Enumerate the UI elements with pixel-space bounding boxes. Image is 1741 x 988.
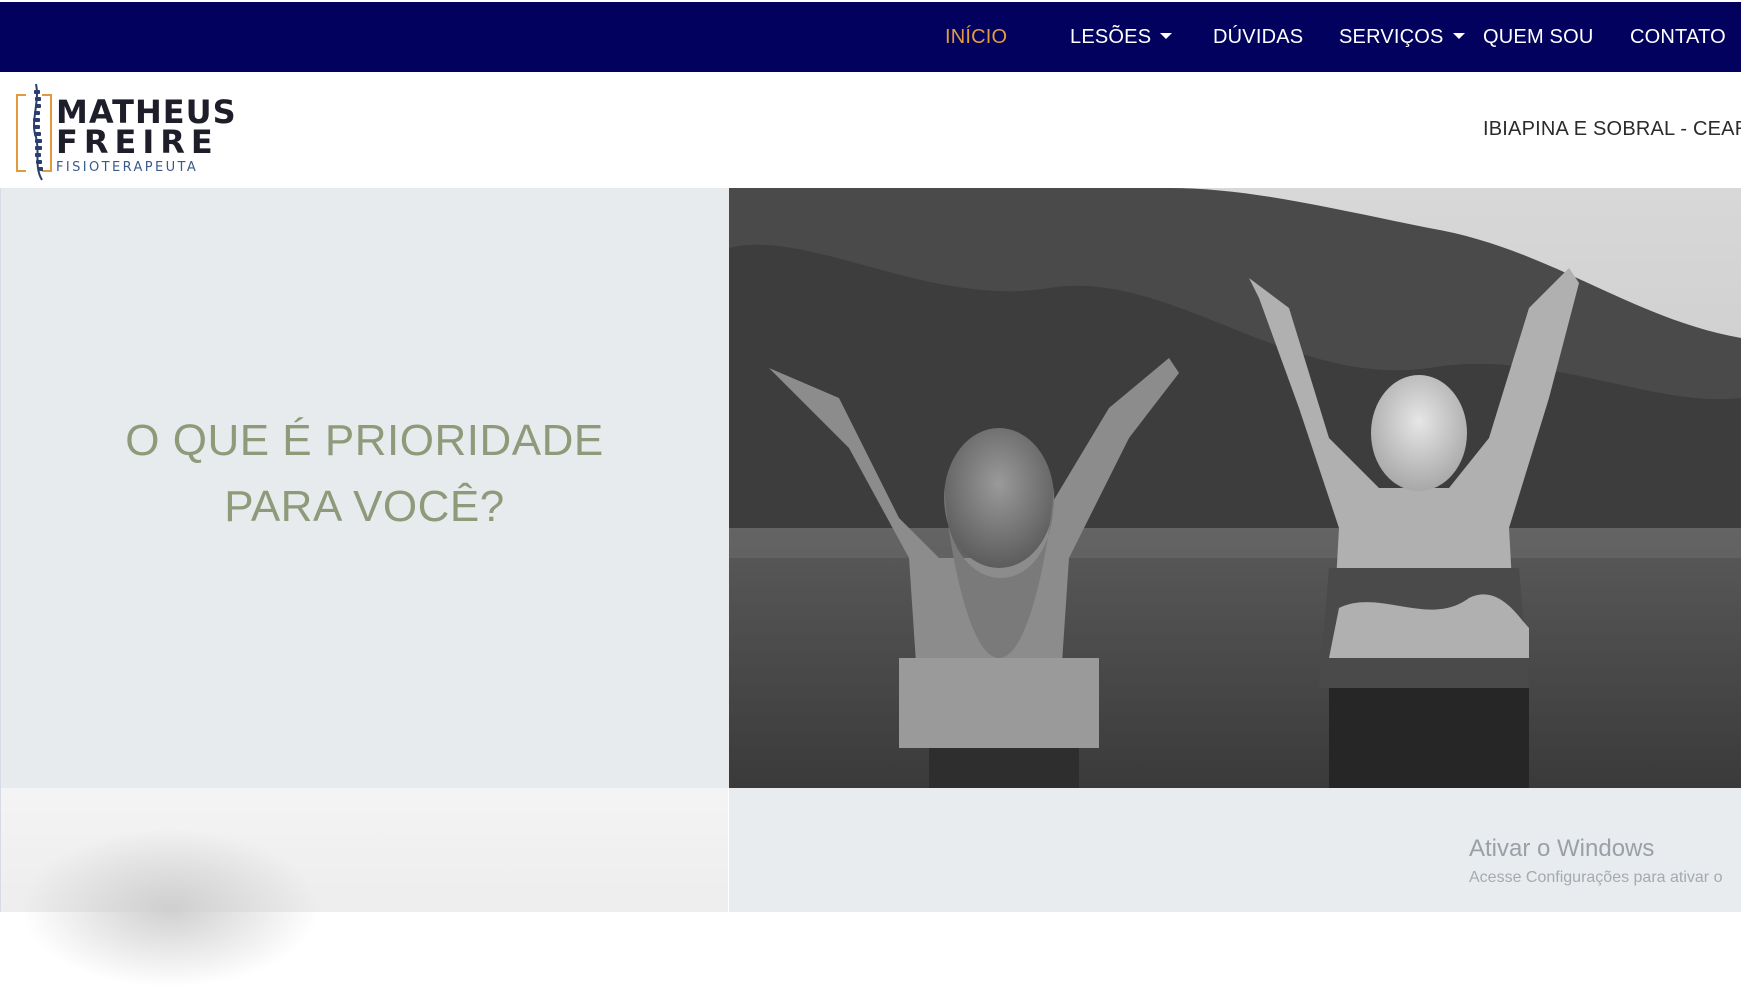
- nav-item-lesoes-label: LESÕES: [1070, 26, 1152, 48]
- hero-photo: [729, 188, 1741, 788]
- nav-item-contato[interactable]: CONTATO: [1630, 26, 1726, 49]
- logo[interactable]: MATHEUS FREIRE FISIOTERAPEUTA: [16, 82, 236, 182]
- hero-text-panel: O QUE É PRIORIDADE PARA VOCÊ?: [0, 188, 729, 788]
- hero-heading: O QUE É PRIORIDADE PARA VOCÊ?: [0, 408, 729, 540]
- nav-item-inicio[interactable]: INÍCIO: [945, 26, 1007, 49]
- nav-item-servicos[interactable]: SERVIÇOS: [1339, 26, 1465, 49]
- hero-heading-line2: PARA VOCÊ?: [224, 482, 505, 531]
- nav-item-duvidas[interactable]: DÚVIDAS: [1213, 26, 1303, 49]
- bottom-left-panel: [0, 788, 728, 988]
- spine-icon: [33, 83, 43, 181]
- nav-item-quem-sou[interactable]: QUEM SOU: [1483, 26, 1594, 49]
- caret-down-icon: [1452, 33, 1465, 39]
- site-header: MATHEUS FREIRE FISIOTERAPEUTA IBIAPINA E…: [0, 72, 1741, 188]
- logo-tagline: FISIOTERAPEUTA: [56, 160, 199, 175]
- hero-photo-illustration: [729, 188, 1741, 788]
- windows-activation-title: Ativar o Windows: [1469, 835, 1655, 862]
- logo-name-line2: FREIRE: [56, 123, 219, 161]
- top-navigation-bar: INÍCIO LESÕES DÚVIDAS SERVIÇOS QUEM SOU …: [0, 2, 1741, 72]
- nav-item-lesoes[interactable]: LESÕES: [1070, 26, 1173, 49]
- location-text: IBIAPINA E SOBRAL - CEARÁ: [1483, 118, 1741, 140]
- logo-bracket-left: [16, 94, 26, 172]
- windows-activation-subtitle: Acesse Configurações para ativar o: [1469, 869, 1723, 886]
- page-edge-line: [0, 188, 1, 912]
- caret-down-icon: [1160, 33, 1173, 39]
- blurred-image-fragment: [20, 828, 320, 988]
- hero-heading-line1: O QUE É PRIORIDADE: [125, 416, 604, 465]
- nav-item-servicos-label: SERVIÇOS: [1339, 26, 1444, 48]
